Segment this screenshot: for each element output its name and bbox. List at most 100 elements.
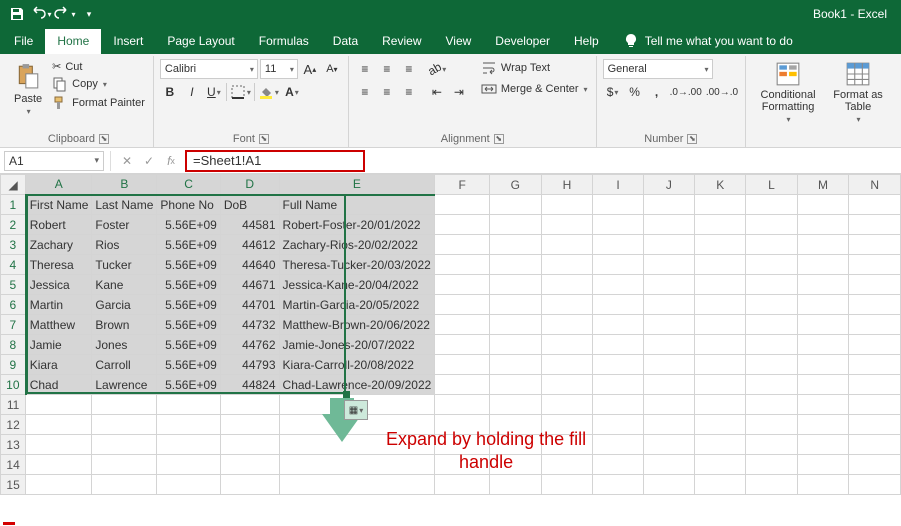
select-all-button[interactable]: ◢	[1, 175, 26, 195]
cell[interactable]	[643, 255, 694, 275]
column-header[interactable]: C	[157, 175, 220, 195]
cell[interactable]	[593, 295, 644, 315]
cell[interactable]	[157, 415, 220, 435]
cell[interactable]: Foster	[92, 215, 157, 235]
cell[interactable]	[849, 375, 901, 395]
underline-button[interactable]: U▾	[204, 82, 224, 102]
column-header[interactable]: A	[26, 175, 92, 195]
format-painter-button[interactable]: Format Painter	[50, 94, 147, 112]
cell[interactable]	[490, 255, 542, 275]
cell[interactable]	[435, 475, 490, 495]
cell[interactable]	[849, 275, 901, 295]
row-header[interactable]: 10	[1, 375, 26, 395]
cell[interactable]	[541, 375, 593, 395]
cell[interactable]	[593, 215, 644, 235]
cell[interactable]: 5.56E+09	[157, 335, 220, 355]
column-header[interactable]: E	[279, 175, 435, 195]
cell[interactable]	[694, 335, 745, 355]
accounting-format-button[interactable]: $▾	[603, 82, 623, 102]
cell[interactable]: 5.56E+09	[157, 375, 220, 395]
cell[interactable]	[694, 215, 745, 235]
cell[interactable]	[849, 255, 901, 275]
cell[interactable]	[279, 475, 435, 495]
cell[interactable]	[746, 435, 797, 455]
cell[interactable]	[157, 435, 220, 455]
cell[interactable]	[797, 435, 849, 455]
font-size-select[interactable]: 11	[260, 59, 298, 79]
cell[interactable]	[694, 195, 745, 215]
cell[interactable]	[746, 235, 797, 255]
cell[interactable]	[541, 335, 593, 355]
column-header[interactable]: N	[849, 175, 901, 195]
cell[interactable]: Kane	[92, 275, 157, 295]
redo-button[interactable]: ▾	[54, 3, 76, 25]
cell[interactable]	[435, 295, 490, 315]
cell[interactable]	[435, 255, 490, 275]
decrease-font-button[interactable]: A▾	[322, 59, 342, 79]
cell[interactable]: Chad-Lawrence-20/09/2022	[279, 375, 435, 395]
cell[interactable]	[849, 415, 901, 435]
cell[interactable]	[849, 315, 901, 335]
cell[interactable]	[435, 395, 490, 415]
cell[interactable]	[490, 395, 542, 415]
cell[interactable]	[92, 435, 157, 455]
cell[interactable]	[92, 395, 157, 415]
row-header[interactable]: 12	[1, 415, 26, 435]
cell[interactable]	[541, 475, 593, 495]
cell[interactable]	[797, 295, 849, 315]
cell[interactable]	[490, 275, 542, 295]
fx-button[interactable]: fx	[161, 151, 181, 171]
row-header[interactable]: 13	[1, 435, 26, 455]
tab-view[interactable]: View	[434, 29, 484, 54]
cell[interactable]: Rios	[92, 235, 157, 255]
cell[interactable]	[694, 375, 745, 395]
cell[interactable]: Zachary-Rios-20/02/2022	[279, 235, 435, 255]
cell[interactable]	[593, 335, 644, 355]
cell[interactable]: Lawrence	[92, 375, 157, 395]
tab-developer[interactable]: Developer	[483, 29, 562, 54]
cell[interactable]	[746, 375, 797, 395]
cell[interactable]	[694, 475, 745, 495]
cell[interactable]	[849, 335, 901, 355]
cell[interactable]	[593, 375, 644, 395]
cell[interactable]	[593, 395, 644, 415]
cell[interactable]	[694, 415, 745, 435]
cell[interactable]	[220, 435, 279, 455]
increase-font-button[interactable]: A▴	[300, 59, 320, 79]
cell[interactable]	[694, 455, 745, 475]
decrease-indent-button[interactable]: ⇤	[427, 82, 447, 102]
number-format-select[interactable]: General	[603, 59, 713, 79]
row-header[interactable]: 7	[1, 315, 26, 335]
cell[interactable]: 5.56E+09	[157, 355, 220, 375]
cell[interactable]: 44581	[220, 215, 279, 235]
cell[interactable]	[643, 375, 694, 395]
cell[interactable]	[694, 295, 745, 315]
cell[interactable]: 44824	[220, 375, 279, 395]
cell[interactable]	[490, 215, 542, 235]
tab-insert[interactable]: Insert	[101, 29, 155, 54]
fill-handle[interactable]	[343, 391, 350, 398]
cell[interactable]	[797, 335, 849, 355]
number-launcher[interactable]: ⬊	[687, 134, 697, 144]
cell[interactable]	[643, 415, 694, 435]
name-box[interactable]: A1	[4, 151, 104, 171]
cell[interactable]	[746, 275, 797, 295]
cell[interactable]	[746, 395, 797, 415]
cell[interactable]	[797, 355, 849, 375]
cell[interactable]	[643, 335, 694, 355]
cell[interactable]	[92, 475, 157, 495]
cell[interactable]	[694, 255, 745, 275]
cell[interactable]	[435, 235, 490, 255]
cell[interactable]: Jamie-Jones-20/07/2022	[279, 335, 435, 355]
merge-center-button[interactable]: Merge & Center▾	[479, 80, 590, 98]
cell[interactable]	[746, 195, 797, 215]
cell[interactable]	[694, 315, 745, 335]
alignment-launcher[interactable]: ⬊	[494, 134, 504, 144]
font-launcher[interactable]: ⬊	[259, 134, 269, 144]
cell[interactable]: Brown	[92, 315, 157, 335]
cell[interactable]	[643, 395, 694, 415]
column-header[interactable]: I	[593, 175, 644, 195]
cell[interactable]	[797, 195, 849, 215]
cell[interactable]: 44612	[220, 235, 279, 255]
cell[interactable]	[643, 195, 694, 215]
